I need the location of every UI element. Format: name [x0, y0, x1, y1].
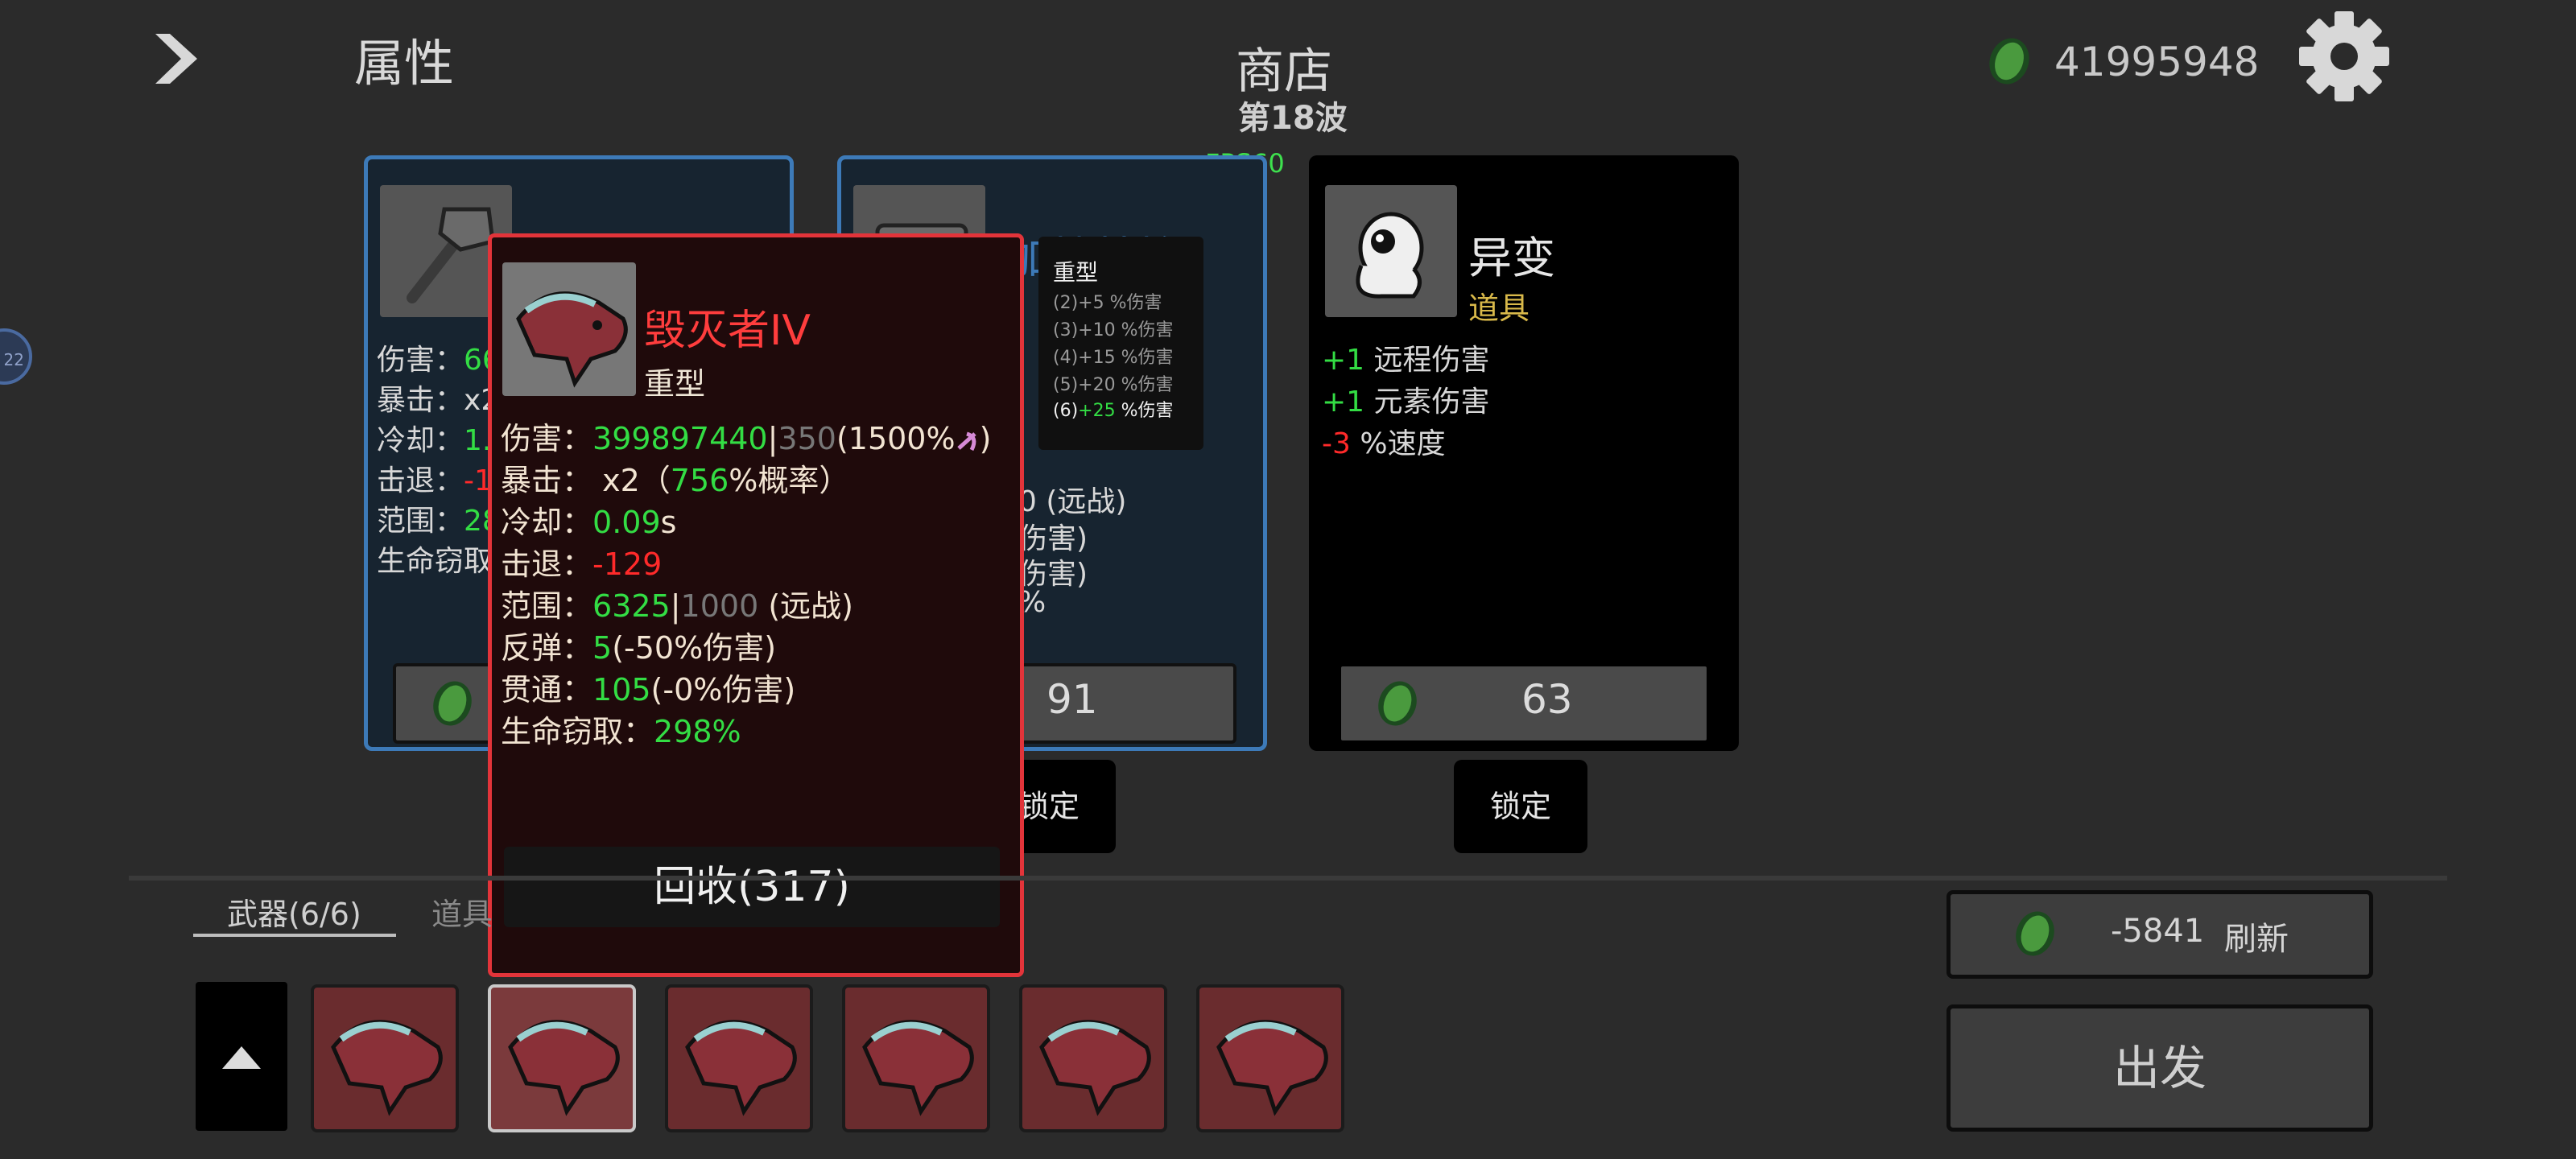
set-bonus-title: 重型	[1053, 259, 1099, 286]
elemental-damage-icon	[956, 431, 976, 451]
dragon-head-icon	[862, 1020, 974, 1116]
coin-icon	[1378, 681, 1417, 726]
inventory-weapon-slot[interactable]	[311, 984, 459, 1132]
set-bonus-line: (5)+20 %伤害	[1053, 375, 1174, 395]
dragon-head-icon	[1039, 1020, 1151, 1116]
popup-stat-knockback: 击退：-129	[501, 547, 663, 582]
refresh-label: 刷新	[2224, 921, 2289, 958]
dragon-head-icon	[508, 1020, 620, 1116]
side-badge[interactable]: 22	[0, 328, 32, 385]
popup-stat-cooldown: 冷却：0.09s	[501, 505, 677, 540]
dragon-head-icon	[1216, 1020, 1328, 1116]
card-1-stat-knockback: 击退：-1	[377, 464, 493, 497]
set-bonus-line: (2)+5 %伤害	[1053, 293, 1162, 313]
tab-weapons[interactable]: 武器(6/6)	[227, 889, 361, 934]
chevron-right-icon[interactable]	[149, 31, 205, 87]
card-3-price: 63	[1521, 676, 1573, 723]
dragon-head-icon	[685, 1020, 797, 1116]
popup-weapon-type: 重型	[644, 366, 706, 402]
coin-icon	[433, 681, 472, 726]
mutation-creature-icon	[1356, 212, 1424, 299]
tab-items[interactable]: 道具	[431, 889, 493, 934]
popup-stat-bounce: 反弹：5(-50%伤害)	[501, 630, 777, 666]
inventory-weapon-slot[interactable]	[665, 984, 813, 1132]
attributes-title[interactable]: 属性	[354, 23, 454, 95]
mutation-thumbnail	[1325, 185, 1457, 317]
card-3-effect-1: +1 远程伤害	[1322, 344, 1490, 377]
set-bonus-active-line: (6)+25 %伤害	[1053, 401, 1174, 421]
money-counter: 41995948	[2054, 39, 2260, 85]
wave-label: 第18波	[1238, 100, 1348, 137]
triangle-up-icon	[222, 1046, 261, 1069]
recycle-button[interactable]: 回收(317)	[504, 847, 1000, 927]
inventory-weapon-slot[interactable]	[1196, 984, 1344, 1132]
coin-icon	[2016, 911, 2054, 956]
inventory-weapon-slot[interactable]	[842, 984, 990, 1132]
card-3-type: 道具	[1468, 291, 1530, 326]
dragon-head-icon	[331, 1020, 443, 1116]
dragon-head-icon	[516, 291, 628, 388]
set-bonus-line: (3)+10 %伤害	[1053, 320, 1174, 340]
card-3-effect-2: +1 元素伤害	[1322, 386, 1490, 419]
card-2-price: 91	[1046, 676, 1098, 723]
card-2-stat-range: 0 (远战)	[1018, 485, 1127, 518]
popup-stat-lifesteal: 生命窃取：298%	[501, 714, 741, 749]
card-3-effect-3: -3 %速度	[1322, 427, 1446, 460]
active-tab-underline	[193, 934, 396, 937]
popup-stat-pierce: 贯通：105(-0%伤害)	[501, 672, 796, 707]
popup-weapon-name: 毁灭者IV	[644, 307, 811, 355]
card-1-stat-damage: 伤害：66	[377, 344, 501, 377]
destroyer-thumbnail	[502, 262, 636, 396]
card-1-stat-lifesteal: 生命窃取	[377, 545, 493, 578]
expand-inventory-button[interactable]	[196, 982, 287, 1131]
gear-icon[interactable]	[2296, 8, 2392, 105]
popup-stat-crit: 暴击： x2（756%概率）	[501, 463, 850, 498]
card-3-title: 异变	[1468, 233, 1555, 283]
card-3-lock-button[interactable]: 锁定	[1454, 760, 1587, 853]
coin-icon	[1989, 38, 2029, 85]
popup-stat-damage: 伤害：399897440|350(1500%)	[501, 421, 992, 456]
refresh-cost: -5841	[2111, 913, 2205, 950]
popup-stat-range: 范围：6325|1000 (远战)	[501, 588, 853, 624]
card-1-stat-crit: 暴击：x2	[377, 384, 500, 417]
set-bonus-line: (4)+15 %伤害	[1053, 348, 1174, 368]
inventory-weapon-slot-selected[interactable]	[488, 984, 636, 1132]
depart-button[interactable]: 出发	[1946, 1004, 2373, 1132]
inventory-weapon-slot[interactable]	[1019, 984, 1167, 1132]
card-1-stat-range: 范围：28	[377, 505, 501, 538]
section-divider	[129, 876, 2447, 881]
